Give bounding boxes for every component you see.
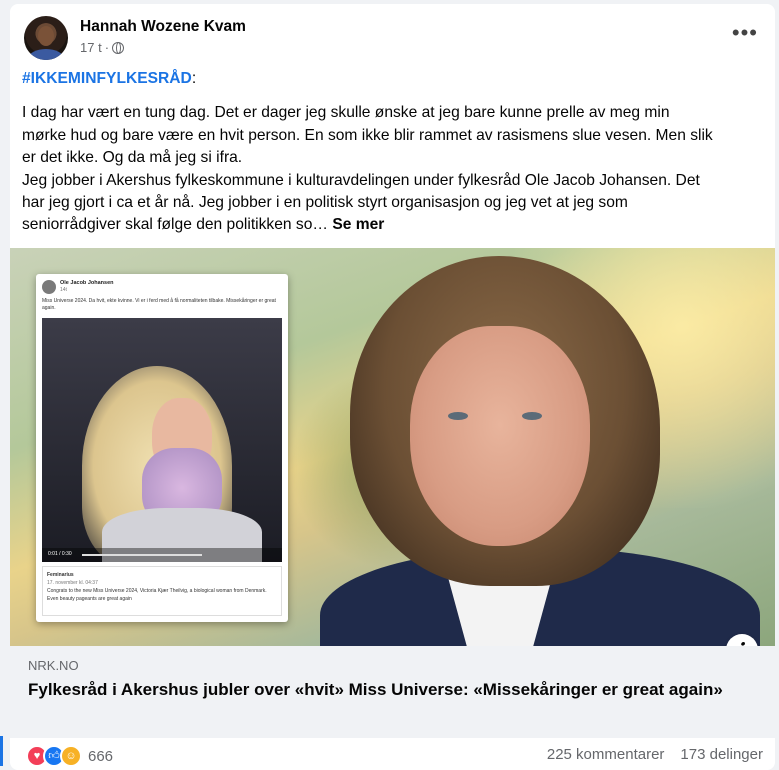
reactions-count[interactable]: 666 <box>88 748 113 765</box>
hashtag-link[interactable]: #IKKEMINFYLKESRÅD <box>22 70 192 87</box>
avatar-shirt <box>28 49 64 60</box>
shared-text: Congrats to the new Miss Universe 2024, … <box>47 588 267 594</box>
shared-author: Feminarius <box>47 572 74 578</box>
reactions-summary[interactable]: ♥ 👍︎ ☺ 666 <box>26 745 113 767</box>
time-separator: · <box>104 40 110 55</box>
shares-count[interactable]: 173 delinger <box>680 746 763 763</box>
embedded-video: 0:01 / 0:30 <box>42 318 282 562</box>
embedded-time: 14t <box>60 287 67 293</box>
video-controls: 0:01 / 0:30 <box>42 548 282 562</box>
man-eye-left <box>448 412 468 420</box>
author-avatar[interactable] <box>24 16 68 60</box>
embedded-author: Ole Jacob Johansen <box>60 280 114 286</box>
link-preview-image[interactable]: Ole Jacob Johansen 14t Miss Universe 202… <box>10 248 775 646</box>
video-time: 0:01 / 0:30 <box>48 551 72 557</box>
post-time[interactable]: 17 t <box>80 40 102 55</box>
globe-icon <box>112 41 125 54</box>
hashtag-suffix: : <box>191 70 197 87</box>
shared-text-2: Even beauty pageants are great again <box>47 596 132 602</box>
hashtag-line: #IKKEMINFYLKESRÅD: <box>22 68 762 90</box>
embedded-avatar <box>42 280 56 294</box>
post-footer: ♥ 👍︎ ☺ 666 225 kommentarer 173 delinger <box>10 738 775 770</box>
link-title[interactable]: Fylkesråd i Akershus jubler over «hvit» … <box>28 679 728 701</box>
post-stats: 225 kommentarer 173 delinger <box>547 746 763 763</box>
post-text-truncated: seniorrådgiver skal følge den politikken… <box>22 216 328 234</box>
video-progress <box>82 554 202 556</box>
more-options-icon[interactable]: ••• <box>732 22 758 44</box>
post-meta: 17 t · <box>80 40 125 55</box>
comments-count[interactable]: 225 kommentarer <box>547 746 665 763</box>
post-body: #IKKEMINFYLKESRÅD: I dag har vært en tun… <box>22 68 762 237</box>
avatar-face <box>38 26 54 46</box>
post-text-line: har jeg gjort i ca et år nå. Jeg jobber … <box>22 194 628 212</box>
post-text-last-line: seniorrådgiver skal følge den politikken… <box>22 214 762 236</box>
embedded-shared-post: Feminarius 17. november kl. 04:37 Congra… <box>42 566 282 616</box>
shared-time: 17. november kl. 04:37 <box>47 580 98 586</box>
focus-accent <box>0 736 3 766</box>
man-face <box>410 326 590 546</box>
man-eye-right <box>522 412 542 420</box>
post-text-line: I dag har vært en tung dag. Det er dager… <box>22 104 670 122</box>
post-card: Hannah Wozene Kvam 17 t · ••• #IKKEMINFY… <box>10 4 775 770</box>
link-source: NRK.NO <box>28 658 79 673</box>
embedded-post-screenshot: Ole Jacob Johansen 14t Miss Universe 202… <box>36 274 288 622</box>
link-preview[interactable]: NRK.NO Fylkesråd i Akershus jubler over … <box>10 646 775 738</box>
post-text-line: Jeg jobber i Akershus fylkeskommune i ku… <box>22 171 700 189</box>
post-text-line: er det ikke. Og da må jeg si ifra. <box>22 149 243 167</box>
care-icon: ☺ <box>60 745 82 767</box>
post-header: Hannah Wozene Kvam 17 t · ••• <box>24 16 764 66</box>
post-text-line: mørke hud og bare være en hvit person. E… <box>22 126 713 144</box>
author-name[interactable]: Hannah Wozene Kvam <box>80 18 246 36</box>
embedded-text: Miss Universe 2024. Da hvit, ekte kvinne… <box>42 298 276 311</box>
see-more-link[interactable]: Se mer <box>332 216 384 233</box>
